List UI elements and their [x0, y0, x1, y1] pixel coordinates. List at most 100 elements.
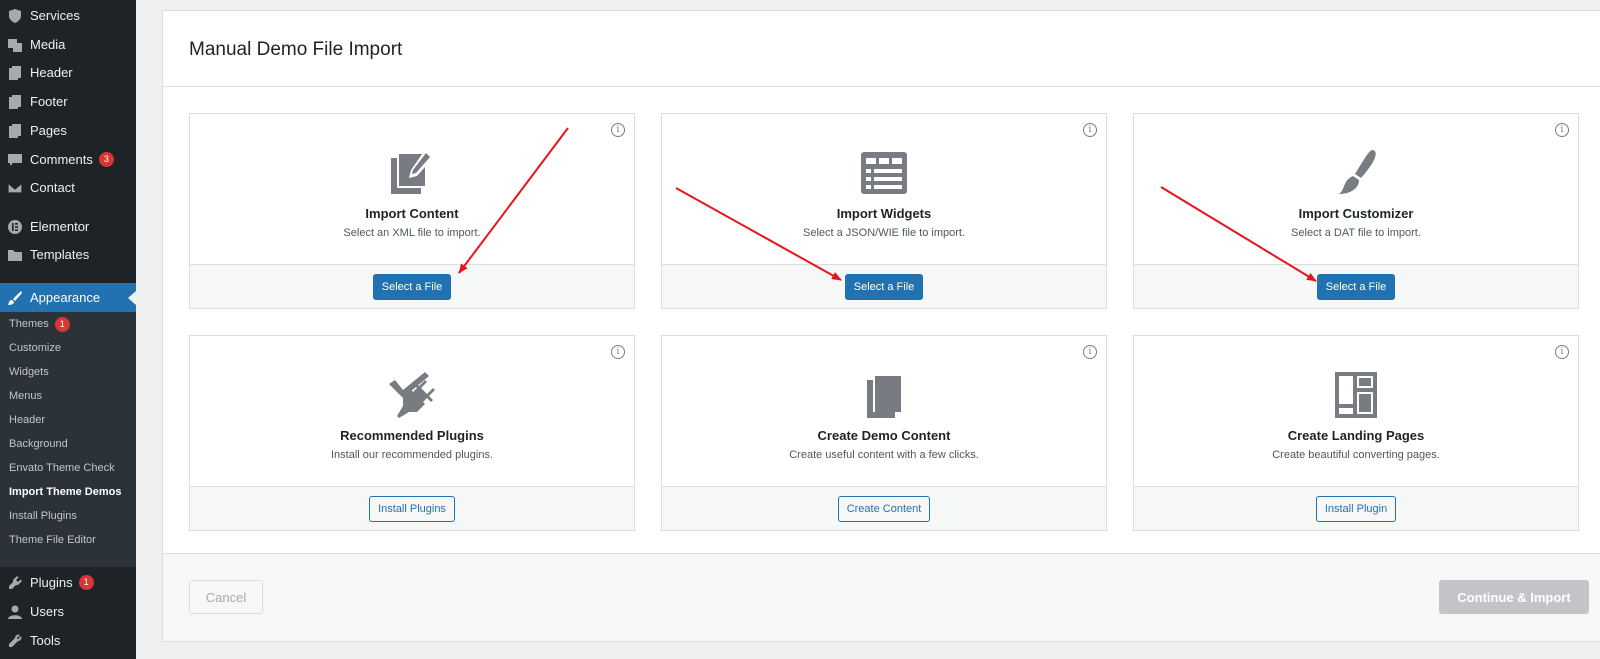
card-create-demo-content: i Create Demo Content Create useful cont…: [661, 335, 1107, 531]
continue-import-button[interactable]: Continue & Import: [1439, 580, 1589, 614]
install-plugin-button[interactable]: Install Plugin: [1315, 495, 1397, 522]
card-description: Select an XML file to import.: [343, 227, 481, 239]
menu-label: Contact: [30, 180, 75, 195]
card-footer: Create Content: [662, 486, 1106, 530]
card-footer: Install Plugins: [190, 486, 634, 530]
layout-icon: [1331, 370, 1381, 420]
envelope-icon: [7, 180, 23, 196]
submenu-import-theme-demos[interactable]: Import Theme Demos: [9, 482, 121, 502]
menu-contact[interactable]: Contact: [0, 173, 136, 202]
user-icon: [7, 604, 23, 620]
submenu-envato-theme-check[interactable]: Envato Theme Check: [9, 458, 115, 478]
submenu-label: Install Plugins: [9, 510, 77, 522]
info-icon[interactable]: i: [611, 345, 625, 359]
card-description: Create useful content with a few clicks.: [789, 449, 979, 461]
menu-label: Comments: [30, 152, 93, 167]
page-icon: [7, 65, 23, 81]
menu-comments[interactable]: Comments 3: [0, 145, 136, 174]
menu-templates[interactable]: Templates: [0, 240, 136, 269]
menu-label: Services: [30, 8, 80, 23]
panel-header: Manual Demo File Import: [163, 11, 1600, 87]
select-json-file-button[interactable]: Select a File: [844, 273, 924, 300]
card-title: Import Widgets: [836, 206, 932, 221]
submenu-label: Background: [9, 438, 68, 450]
create-content-button[interactable]: Create Content: [837, 495, 931, 522]
card-title: Create Demo Content: [817, 428, 951, 443]
menu-header[interactable]: Header: [0, 58, 136, 87]
comments-count-badge: 3: [98, 152, 114, 167]
submenu-label: Header: [9, 414, 46, 426]
submenu-menus[interactable]: Menus: [9, 386, 42, 406]
submenu-install-plugins[interactable]: Install Plugins: [9, 506, 77, 526]
info-icon[interactable]: i: [1083, 345, 1097, 359]
install-plugins-button[interactable]: Install Plugins: [369, 495, 455, 522]
submenu-label: Themes: [9, 318, 49, 330]
menu-label: Templates: [30, 247, 90, 262]
info-icon[interactable]: i: [1083, 123, 1097, 137]
elementor-icon: [7, 219, 23, 235]
demo-import-panel: Manual Demo File Import i Import Content…: [162, 10, 1600, 642]
widgets-icon: [859, 148, 909, 198]
menu-media[interactable]: Media: [0, 30, 136, 59]
info-icon[interactable]: i: [611, 123, 625, 137]
copy-icon: [859, 370, 909, 420]
card-import-customizer: i Import Customizer Select a DAT file to…: [1133, 113, 1579, 309]
wrench-icon: [7, 633, 23, 649]
card-description: Create beautiful converting pages.: [1272, 449, 1440, 461]
folder-icon: [7, 247, 23, 263]
menu-users[interactable]: Users: [0, 597, 136, 626]
menu-pages[interactable]: Pages: [0, 116, 136, 145]
menu-label: Pages: [30, 123, 67, 138]
shield-icon: [7, 8, 23, 24]
select-xml-file-button[interactable]: Select a File: [372, 273, 452, 300]
paintbrush-icon: [7, 290, 23, 306]
plug-icon: [7, 575, 23, 591]
card-import-widgets: i Import Widgets Select a JSON/WIE file …: [661, 113, 1107, 309]
submenu-label: Import Theme Demos: [9, 486, 122, 498]
menu-services[interactable]: Services: [0, 1, 136, 30]
page-icon: [7, 94, 23, 110]
page-icon: [7, 123, 23, 139]
submenu-theme-file-editor[interactable]: Theme File Editor: [9, 530, 96, 550]
brush-icon: [1331, 148, 1381, 198]
card-recommended-plugins: i Recommended Plugins Install our recomm…: [189, 335, 635, 531]
info-icon[interactable]: i: [1555, 345, 1569, 359]
card-footer: Install Plugin: [1134, 486, 1578, 530]
menu-label: Elementor: [30, 219, 90, 234]
menu-tools[interactable]: Tools: [0, 626, 136, 655]
submenu-label: Customize: [9, 342, 61, 354]
select-dat-file-button[interactable]: Select a File: [1316, 273, 1396, 300]
info-icon[interactable]: i: [1555, 123, 1569, 137]
plugins-update-badge: 1: [78, 575, 94, 590]
menu-appearance[interactable]: Appearance: [0, 283, 136, 312]
submenu-label: Widgets: [9, 366, 49, 378]
menu-label: Footer: [30, 94, 68, 109]
menu-elementor[interactable]: Elementor: [0, 212, 136, 241]
themes-update-badge: 1: [54, 316, 70, 332]
comment-icon: [7, 152, 23, 168]
submenu-background[interactable]: Background: [9, 434, 68, 454]
card-footer: Select a File: [190, 264, 634, 308]
card-description: Install our recommended plugins.: [330, 449, 494, 461]
card-description: Select a JSON/WIE file to import.: [803, 227, 965, 239]
submenu-label: Theme File Editor: [9, 534, 96, 546]
appearance-submenu: Themes 1 Customize Widgets Menus Header B…: [0, 312, 136, 567]
menu-label: Media: [30, 37, 66, 52]
menu-label: Plugins: [30, 575, 73, 590]
panel-footer: Cancel Continue & Import: [163, 553, 1600, 641]
card-title: Import Customizer: [1298, 206, 1414, 221]
cancel-button[interactable]: Cancel: [189, 580, 263, 614]
card-description: Select a DAT file to import.: [1291, 227, 1421, 239]
submenu-widgets[interactable]: Widgets: [9, 362, 49, 382]
menu-label: Appearance: [30, 290, 101, 305]
menu-label: Tools: [30, 633, 61, 648]
submenu-header[interactable]: Header: [9, 410, 45, 430]
card-footer: Select a File: [1134, 264, 1578, 308]
menu-footer[interactable]: Footer: [0, 87, 136, 116]
import-content-icon: [387, 148, 437, 198]
card-import-content: i Import Content Select an XML file to i…: [189, 113, 635, 309]
card-footer: Select a File: [662, 264, 1106, 308]
menu-plugins[interactable]: Plugins 1: [0, 568, 136, 597]
submenu-themes[interactable]: Themes 1: [9, 314, 70, 334]
submenu-customize[interactable]: Customize: [9, 338, 61, 358]
